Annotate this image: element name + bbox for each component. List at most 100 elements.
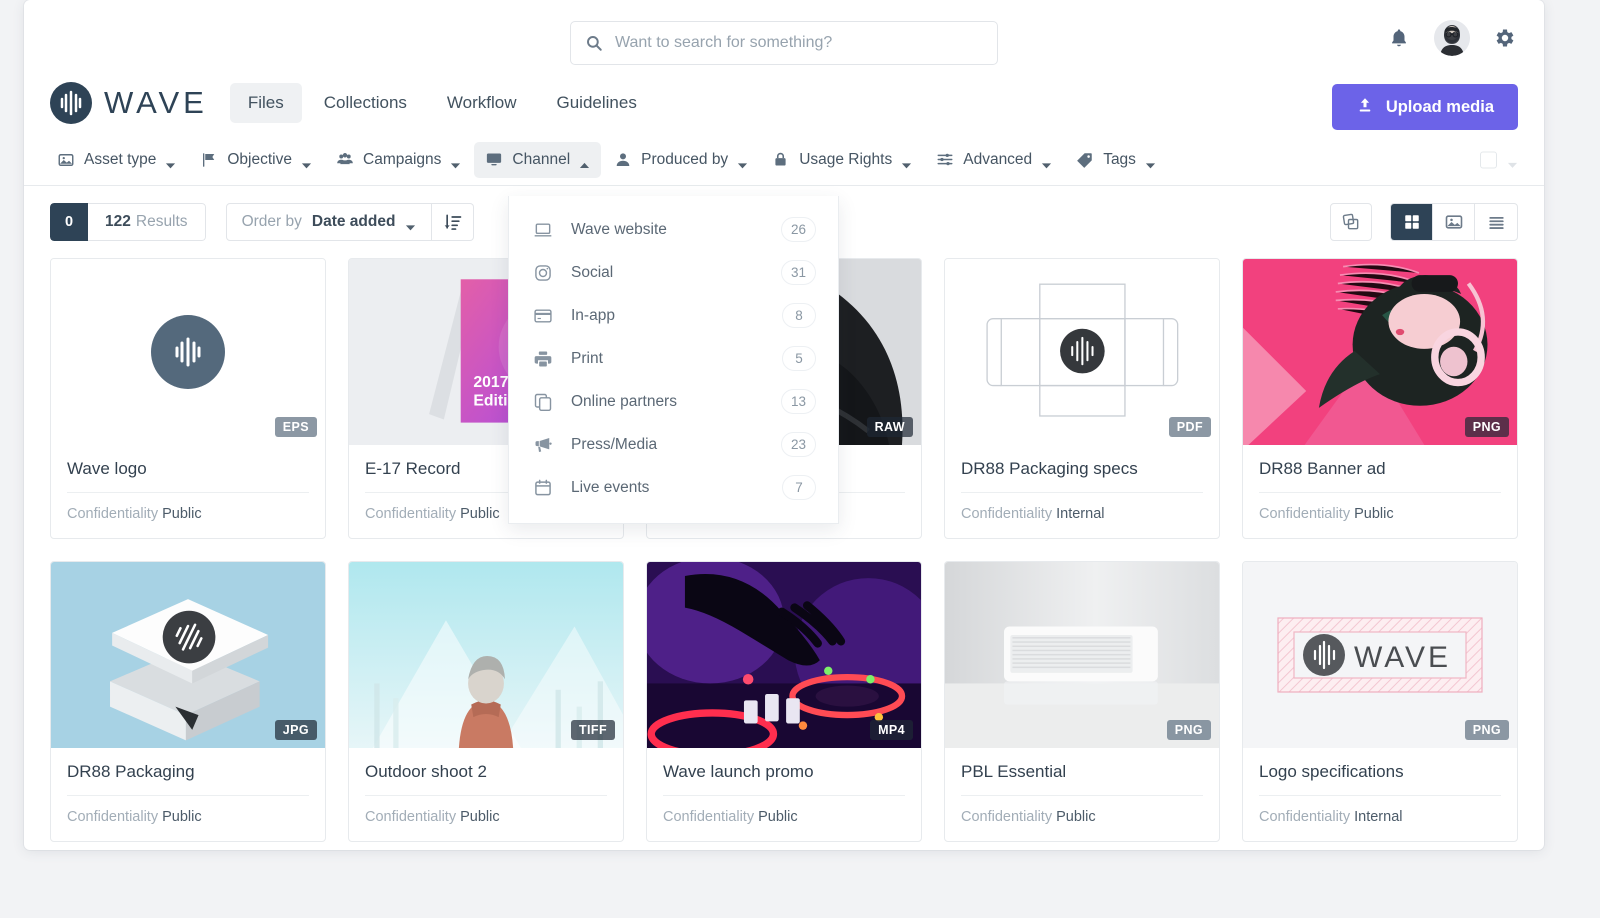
wave-logo-mark-icon bbox=[50, 82, 92, 124]
megaphone-icon bbox=[533, 435, 553, 455]
channel-option-wave-website[interactable]: Wave website 26 bbox=[509, 208, 838, 251]
asset-thumbnail: PNG bbox=[945, 562, 1219, 748]
asset-title: DR88 Packaging bbox=[67, 762, 309, 796]
channel-option-count: 13 bbox=[781, 389, 816, 414]
selected-count-badge[interactable]: 0 bbox=[50, 203, 88, 241]
asset-title: DR88 Packaging specs bbox=[961, 459, 1203, 493]
channel-option-label: Online partners bbox=[571, 393, 763, 411]
asset-thumbnail: WAVE PNG bbox=[1243, 562, 1517, 748]
upload-media-button[interactable]: Upload media bbox=[1332, 84, 1518, 130]
channel-option-label: Wave website bbox=[571, 221, 763, 239]
card-icon bbox=[533, 306, 553, 326]
channel-dropdown-panel: Wave website 26 Social 31 In-app bbox=[508, 196, 839, 524]
filter-bar: Asset type Objective bbox=[24, 134, 1544, 186]
top-bar bbox=[24, 0, 1544, 72]
channel-option-online-partners[interactable]: Online partners 13 bbox=[509, 380, 838, 423]
asset-thumbnail: MP4 bbox=[647, 562, 921, 748]
chevron-down-icon bbox=[1145, 156, 1156, 163]
filter-produced-by[interactable]: Produced by bbox=[603, 142, 759, 178]
view-controls bbox=[1330, 203, 1518, 241]
filter-label: Tags bbox=[1103, 151, 1136, 169]
filter-asset-type[interactable]: Asset type bbox=[46, 142, 187, 178]
order-by-value: Date added bbox=[312, 213, 396, 231]
filter-objective[interactable]: Objective bbox=[189, 142, 323, 178]
meta-label: Confidentiality bbox=[365, 506, 456, 522]
nav-item-guidelines[interactable]: Guidelines bbox=[539, 83, 655, 123]
asset-meta: Confidentiality Public bbox=[945, 796, 1219, 841]
asset-card[interactable]: WAVE PNG Logo specifications Confidentia… bbox=[1242, 561, 1518, 842]
asset-card[interactable]: MP4 Wave launch promo Confidentiality Pu… bbox=[646, 561, 922, 842]
asset-meta: Confidentiality Public bbox=[647, 796, 921, 841]
asset-card[interactable]: JPG DR88 Packaging Confidentiality Publi… bbox=[50, 561, 326, 842]
meta-value: Public bbox=[162, 506, 202, 522]
asset-meta: Confidentiality Public bbox=[1243, 493, 1517, 538]
chevron-down-icon bbox=[901, 156, 912, 163]
gear-icon[interactable] bbox=[1492, 25, 1518, 51]
image-icon bbox=[57, 151, 75, 169]
channel-option-print[interactable]: Print 5 bbox=[509, 337, 838, 380]
top-action-group bbox=[1386, 20, 1518, 56]
channel-option-count: 23 bbox=[781, 432, 816, 457]
channel-option-in-app[interactable]: In-app 8 bbox=[509, 294, 838, 337]
chevron-down-icon bbox=[1041, 156, 1052, 163]
chevron-down-icon[interactable] bbox=[1507, 156, 1518, 163]
format-badge: PNG bbox=[1465, 417, 1509, 437]
sort-direction-button[interactable] bbox=[432, 203, 474, 241]
meta-label: Confidentiality bbox=[365, 809, 456, 825]
asset-card-body: DR88 Packaging bbox=[51, 748, 325, 796]
format-badge: PNG bbox=[1465, 720, 1509, 740]
filter-bar-overflow[interactable] bbox=[1480, 151, 1518, 168]
meta-value: Public bbox=[1354, 506, 1394, 522]
brand-logo[interactable]: WAVE bbox=[50, 82, 208, 124]
meta-value: Public bbox=[1056, 809, 1096, 825]
results-summary: 0 122Results bbox=[50, 203, 206, 241]
asset-thumbnail: PDF bbox=[945, 259, 1219, 445]
filter-campaigns[interactable]: Campaigns bbox=[325, 142, 472, 178]
search-input[interactable] bbox=[615, 34, 983, 52]
view-grid-button[interactable] bbox=[1391, 204, 1433, 240]
meta-value: Public bbox=[758, 809, 798, 825]
asset-card[interactable]: EPS Wave logo Confidentiality Public bbox=[50, 258, 326, 539]
channel-option-live-events[interactable]: Live events 7 bbox=[509, 466, 838, 509]
filter-advanced[interactable]: Advanced bbox=[925, 142, 1063, 178]
channel-option-social[interactable]: Social 31 bbox=[509, 251, 838, 294]
person-icon bbox=[614, 151, 632, 169]
view-list-button[interactable] bbox=[1475, 204, 1517, 240]
meta-label: Confidentiality bbox=[67, 809, 158, 825]
asset-card[interactable]: TIFF Outdoor shoot 2 Confidentiality Pub… bbox=[348, 561, 624, 842]
nav-item-workflow[interactable]: Workflow bbox=[429, 83, 535, 123]
global-search[interactable] bbox=[570, 21, 998, 65]
filter-label: Channel bbox=[512, 151, 570, 169]
view-image-button[interactable] bbox=[1433, 204, 1475, 240]
channel-option-label: Print bbox=[571, 350, 764, 368]
channel-option-count: 7 bbox=[782, 475, 816, 500]
nav-item-files[interactable]: Files bbox=[230, 83, 302, 123]
search-icon bbox=[585, 34, 603, 52]
bell-icon[interactable] bbox=[1386, 25, 1412, 51]
avatar[interactable] bbox=[1434, 20, 1470, 56]
asset-card[interactable]: PNG PBL Essential Confidentiality Public bbox=[944, 561, 1220, 842]
asset-card[interactable]: PNG DR88 Banner ad Confidentiality Publi… bbox=[1242, 258, 1518, 539]
asset-title: DR88 Banner ad bbox=[1259, 459, 1501, 493]
meta-label: Confidentiality bbox=[67, 506, 158, 522]
order-by-select[interactable]: Order by Date added bbox=[226, 203, 433, 241]
chevron-up-icon bbox=[579, 156, 590, 163]
meta-label: Confidentiality bbox=[961, 809, 1052, 825]
filter-tags[interactable]: Tags bbox=[1065, 142, 1167, 178]
channel-option-press-media[interactable]: Press/Media 23 bbox=[509, 423, 838, 466]
chevron-down-icon bbox=[405, 219, 416, 226]
filter-usage-rights[interactable]: Usage Rights bbox=[761, 142, 923, 178]
printer-icon bbox=[533, 349, 553, 369]
format-badge: PNG bbox=[1167, 720, 1211, 740]
filter-label: Asset type bbox=[84, 151, 156, 169]
asset-meta: Confidentiality Public bbox=[349, 796, 623, 841]
asset-meta: Confidentiality Internal bbox=[1243, 796, 1517, 841]
application-window: WAVE Files Collections Workflow Guidelin… bbox=[24, 0, 1544, 850]
nav-item-collections[interactable]: Collections bbox=[306, 83, 425, 123]
filter-channel[interactable]: Channel bbox=[474, 142, 601, 178]
format-badge: TIFF bbox=[571, 720, 615, 740]
asset-title: Outdoor shoot 2 bbox=[365, 762, 607, 796]
stack-view-button[interactable] bbox=[1330, 203, 1372, 241]
asset-card[interactable]: PDF DR88 Packaging specs Confidentiality… bbox=[944, 258, 1220, 539]
asset-meta: Confidentiality Public bbox=[51, 796, 325, 841]
